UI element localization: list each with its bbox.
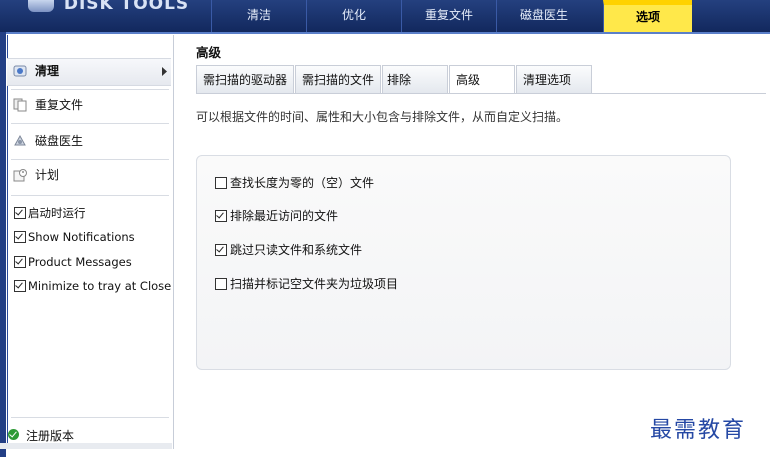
top-nav: 清洁 优化 重复文件 磁盘医生 选项	[211, 0, 692, 32]
section-title: 高级	[196, 45, 222, 60]
tab-advanced[interactable]: 高级	[449, 65, 516, 94]
disk-doctor-icon	[14, 134, 26, 146]
divider	[11, 417, 169, 418]
tab-drives-to-scan[interactable]: 需扫描的驱动器	[196, 65, 295, 93]
divider	[11, 195, 169, 196]
logo-icon	[28, 0, 54, 12]
watermark: 最需教育	[650, 418, 747, 443]
divider	[11, 89, 169, 90]
tab-exclude[interactable]: 排除	[382, 65, 449, 93]
sidebar-footer	[0, 443, 172, 449]
duplicate-files-icon	[13, 98, 27, 112]
sidebar: 清理 重复文件 磁盘医生 计划 启动时运行 Show Notifications…	[0, 32, 174, 457]
tab-optimize[interactable]: 优化	[306, 0, 401, 32]
find-empty-files-checkbox[interactable]: 查找长度为零的（空）文件	[215, 175, 374, 191]
tab-options[interactable]: 选项	[603, 0, 692, 32]
checkbox-label: Minimize to tray at Close	[28, 279, 172, 293]
schedule-icon	[13, 169, 27, 182]
skip-readonly-system-files-checkbox[interactable]: 跳过只读文件和系统文件	[215, 242, 362, 258]
tab-cleanup-options[interactable]: 清理选项	[516, 65, 593, 93]
mark-empty-folders-checkbox[interactable]: 扫描并标记空文件夹为垃圾项目	[215, 276, 398, 292]
checkbox-checked-icon	[215, 244, 227, 256]
sidebar-item-label: 磁盘医生	[35, 134, 84, 148]
chevron-right-icon	[162, 67, 167, 76]
option-label: 查找长度为零的（空）文件	[230, 176, 375, 190]
sidebar-item-cleanup[interactable]: 清理	[13, 61, 59, 81]
sidebar-item-label: 清理	[35, 64, 60, 78]
tab-files-to-scan[interactable]: 需扫描的文件	[295, 65, 382, 93]
product-messages-checkbox[interactable]: Product Messages	[14, 254, 132, 270]
checkbox-checked-icon	[14, 231, 26, 243]
divider	[11, 159, 169, 160]
show-notifications-checkbox[interactable]: Show Notifications	[14, 229, 135, 245]
description-text: 可以根据文件的时间、属性和大小包含与排除文件，从而自定义扫描。	[196, 110, 569, 124]
top-bar: DISK TOOLS 清洁 优化 重复文件 磁盘医生 选项	[0, 0, 770, 34]
checkbox-unchecked-icon	[215, 278, 227, 290]
checkbox-checked-icon	[14, 256, 26, 268]
checkbox-label: Show Notifications	[28, 230, 135, 244]
checkbox-unchecked-icon	[215, 177, 227, 189]
option-label: 扫描并标记空文件夹为垃圾项目	[230, 277, 399, 291]
run-at-startup-checkbox[interactable]: 启动时运行	[14, 205, 86, 221]
exclude-recent-files-checkbox[interactable]: 排除最近访问的文件	[215, 208, 338, 224]
sidebar-item-label: 计划	[35, 168, 60, 182]
check-circle-icon	[8, 429, 19, 440]
tab-duplicate-files[interactable]: 重复文件	[401, 0, 496, 32]
checkbox-checked-icon	[215, 210, 227, 222]
checkbox-label: 启动时运行	[28, 206, 86, 220]
option-label: 排除最近访问的文件	[230, 209, 339, 223]
app-logo: DISK TOOLS	[28, 0, 189, 14]
checkbox-label: Product Messages	[28, 255, 132, 269]
tab-underline	[196, 93, 766, 94]
sidebar-item-duplicate-files[interactable]: 重复文件	[13, 95, 83, 115]
divider	[11, 123, 169, 124]
logo-text: DISK TOOLS	[63, 0, 190, 14]
option-label: 跳过只读文件和系统文件	[230, 243, 363, 257]
options-panel: 查找长度为零的（空）文件 排除最近访问的文件 跳过只读文件和系统文件 扫描并标记…	[196, 155, 731, 370]
registered-version-link[interactable]: 注册版本	[8, 427, 75, 444]
sidebar-item-disk-doctor[interactable]: 磁盘医生	[13, 131, 83, 151]
settings-tabs: 需扫描的驱动器 需扫描的文件 排除 高级 清理选项	[196, 65, 593, 94]
minimize-to-tray-checkbox[interactable]: Minimize to tray at Close	[14, 278, 171, 294]
checkbox-checked-icon	[14, 207, 26, 219]
tab-disk-doctor[interactable]: 磁盘医生	[496, 0, 591, 32]
cleanup-icon	[13, 65, 27, 77]
sidebar-item-label: 重复文件	[35, 98, 84, 112]
sidebar-item-schedule[interactable]: 计划	[13, 165, 59, 185]
checkbox-checked-icon	[14, 280, 26, 292]
registered-version-label: 注册版本	[26, 429, 75, 443]
tab-clean[interactable]: 清洁	[211, 0, 306, 32]
